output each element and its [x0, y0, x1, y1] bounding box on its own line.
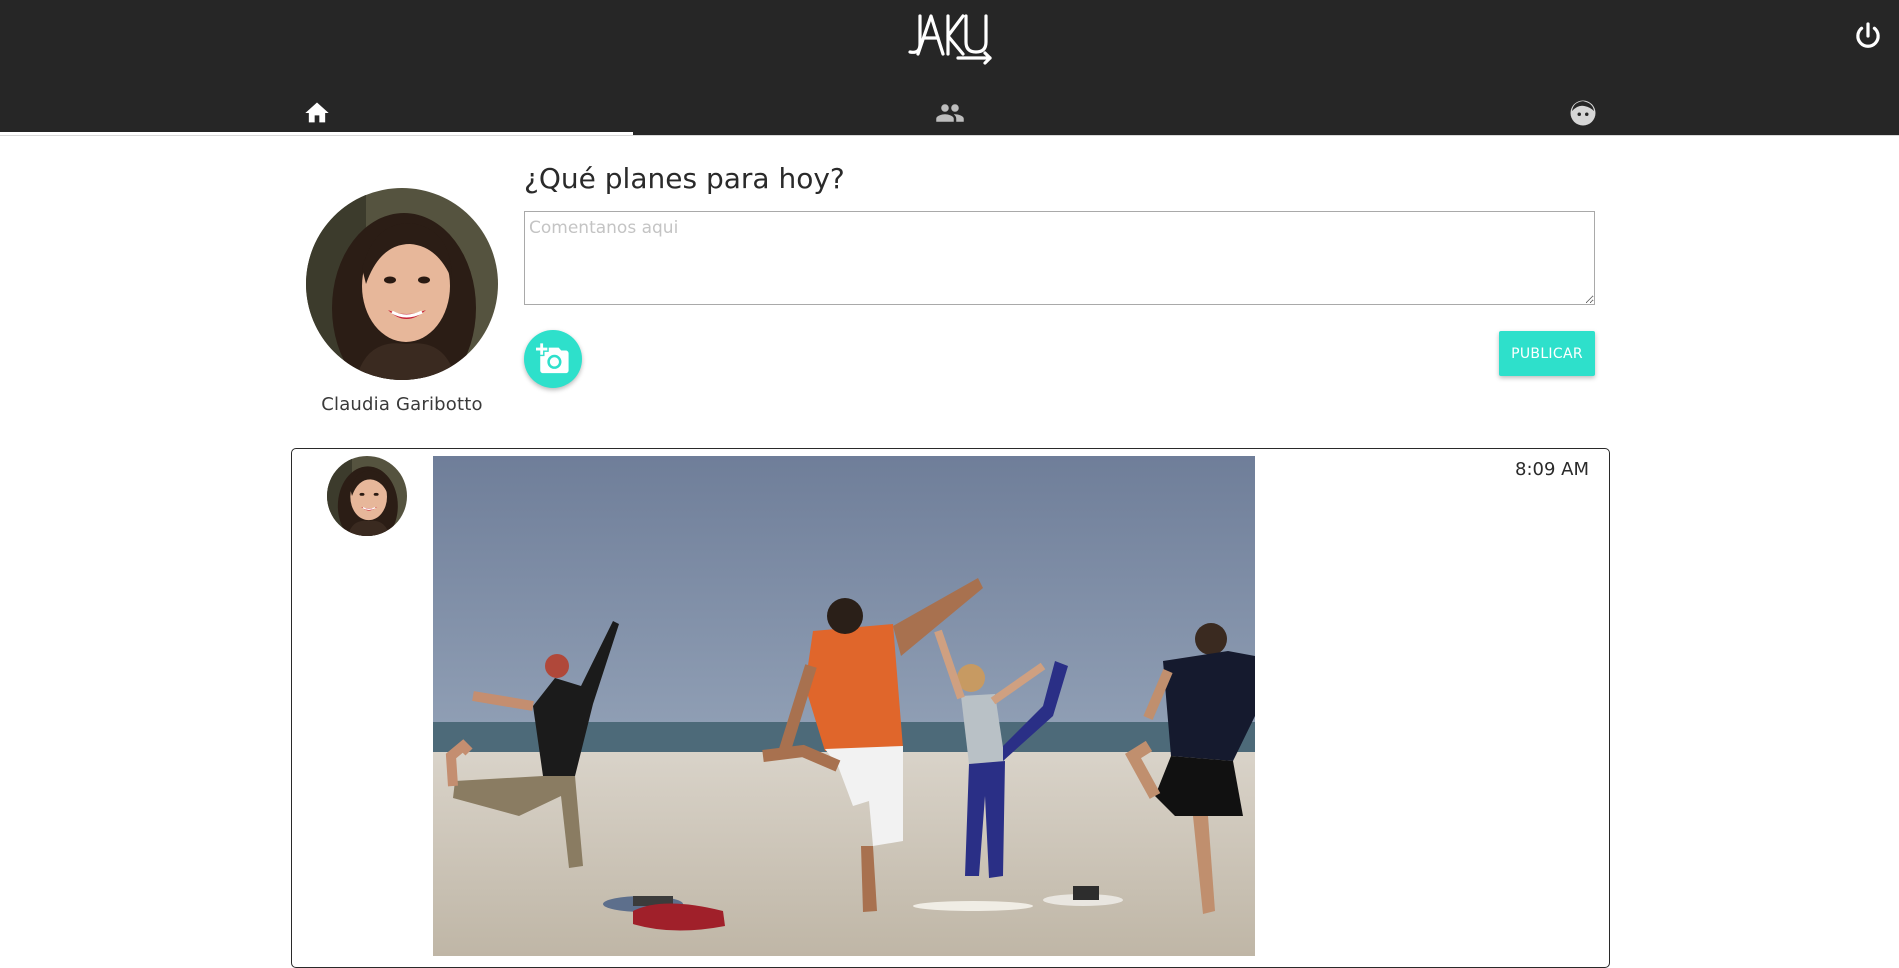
post-text-input[interactable] [524, 211, 1595, 305]
app-header [0, 0, 1899, 136]
composer-heading: ¿Qué planes para hoy? [524, 162, 845, 195]
people-icon [935, 104, 964, 122]
logout-button[interactable] [1852, 20, 1884, 52]
tab-home[interactable] [0, 90, 633, 136]
publish-button[interactable]: PUBLICAR [1499, 331, 1595, 376]
tab-profile[interactable] [1266, 90, 1899, 136]
main-tabs [0, 90, 1899, 136]
app-logo[interactable] [900, 6, 1000, 66]
tab-friends[interactable] [633, 90, 1266, 136]
power-icon [1856, 22, 1880, 48]
user-avatar[interactable] [306, 188, 498, 380]
post-timestamp: 8:09 AM [1515, 459, 1589, 480]
post-card: 8:09 AM [291, 448, 1610, 968]
add-photo-icon [536, 343, 569, 374]
face-icon [1570, 100, 1595, 126]
home-icon [304, 102, 329, 123]
add-photo-button[interactable] [524, 330, 582, 388]
post-author-avatar[interactable] [327, 456, 407, 536]
post-photo[interactable] [433, 456, 1255, 956]
user-name: Claudia Garibotto [321, 394, 483, 415]
